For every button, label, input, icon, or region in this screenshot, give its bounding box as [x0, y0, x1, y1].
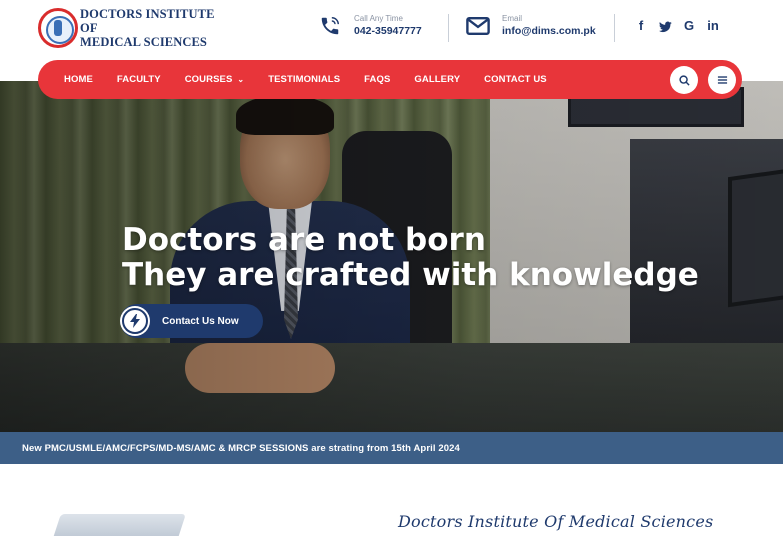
site-logo[interactable]: DOCTORS INSTITUTE OF MEDICAL SCIENCES [38, 7, 218, 49]
ticker-text[interactable]: New PMC/USMLE/AMC/FCPS/MD-MS/AMC & MRCP … [22, 443, 460, 454]
about-section: Doctors Institute Of Medical Sciences [0, 464, 783, 536]
nav-courses[interactable]: COURSES ⌄ [185, 74, 245, 85]
hero-banner: Doctors are not born They are crafted wi… [0, 81, 783, 432]
nav-courses-label: COURSES [184, 74, 233, 85]
hero-title-line1: Doctors are not born [122, 222, 486, 258]
nav-testimonials[interactable]: TESTIMONIALS [268, 74, 340, 85]
hero-title: Doctors are not born They are crafted wi… [122, 223, 699, 293]
search-button[interactable] [670, 66, 698, 94]
announcement-ticker: New PMC/USMLE/AMC/FCPS/MD-MS/AMC & MRCP … [0, 432, 783, 464]
lightning-icon [122, 308, 148, 334]
about-image [51, 514, 186, 536]
logo-emblem-icon [38, 8, 78, 48]
main-nav: HOME FACULTY COURSES ⌄ TESTIMONIALS FAQS… [38, 60, 742, 99]
phone-icon [318, 14, 342, 38]
phone-label: Call Any Time [354, 14, 403, 23]
phone-number[interactable]: 042-35947777 [354, 24, 422, 38]
email-address[interactable]: info@dims.com.pk [502, 24, 596, 38]
logo-text-line1: DOCTORS INSTITUTE OF [80, 7, 215, 35]
hamburger-icon [717, 76, 727, 84]
social-links: f G in [629, 17, 725, 35]
nav-gallery[interactable]: GALLERY [414, 74, 460, 85]
nav-faculty[interactable]: FACULTY [117, 74, 161, 85]
menu-button[interactable] [708, 66, 736, 94]
nav-home[interactable]: HOME [64, 74, 93, 85]
nav-faqs[interactable]: FAQS [364, 74, 390, 85]
logo-text-line2: MEDICAL SCIENCES [80, 35, 207, 49]
google-icon[interactable]: G [677, 17, 701, 35]
email-label: Email [502, 14, 523, 23]
nav-contact-us[interactable]: CONTACT US [484, 74, 547, 85]
header-divider [448, 14, 449, 42]
hero-title-line2: They are crafted with knowledge [122, 257, 699, 293]
chevron-down-icon: ⌄ [237, 75, 245, 84]
linkedin-icon[interactable]: in [701, 17, 725, 35]
header-divider [614, 14, 615, 42]
search-icon [678, 74, 690, 86]
twitter-icon[interactable] [653, 17, 677, 35]
contact-us-now-button[interactable]: Contact Us Now [120, 304, 263, 338]
logo-text: DOCTORS INSTITUTE OF MEDICAL SCIENCES [80, 7, 218, 49]
email-contact[interactable]: Email info@dims.com.pk [466, 14, 596, 38]
mail-icon [466, 14, 490, 38]
phone-contact[interactable]: Call Any Time 042-35947777 [318, 14, 422, 38]
top-header: DOCTORS INSTITUTE OF MEDICAL SCIENCES Ca… [0, 0, 783, 60]
contact-us-now-label: Contact Us Now [162, 315, 239, 327]
about-script-title: Doctors Institute Of Medical Sciences [398, 512, 714, 531]
facebook-icon[interactable]: f [629, 17, 653, 35]
